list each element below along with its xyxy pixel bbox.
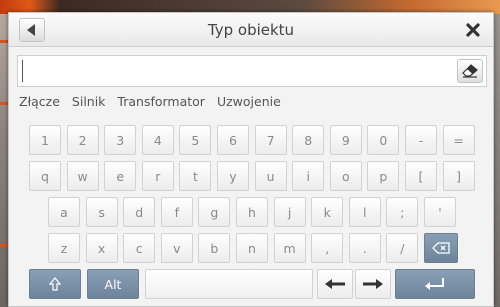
virtual-keyboard: 1 2 3 4 5 6 7 8 9 0 - = q w e r t y u i … [29,125,475,305]
key-w[interactable]: w [66,161,99,191]
key-e[interactable]: e [104,161,137,191]
suggestion-item[interactable]: Złącze [19,94,60,114]
backspace-key[interactable] [424,233,458,263]
key-3[interactable]: 3 [104,125,137,155]
key-z[interactable]: z [48,233,80,263]
close-icon [466,23,480,37]
suggestion-item[interactable]: Transformator [117,94,205,114]
key-semicolon[interactable]: ; [386,197,419,227]
key-n[interactable]: n [236,233,268,263]
space-key[interactable] [145,269,313,299]
key-apostrophe[interactable]: ' [424,197,456,227]
key-o[interactable]: o [329,161,362,191]
eraser-icon [462,64,478,78]
dialog-titlebar: Typ obiektu [9,13,493,47]
background-app-edge-left [0,14,8,307]
key-h[interactable]: h [236,197,268,227]
key-b[interactable]: b [198,233,231,263]
key-1[interactable]: 1 [29,125,61,155]
back-button[interactable] [19,18,45,42]
keyboard-row-bottom-letters: z x c v b n m , . / [48,233,468,263]
text-input-field[interactable] [22,60,442,82]
key-v[interactable]: v [160,233,193,263]
key-4[interactable]: 4 [141,125,174,155]
backspace-icon [432,242,450,254]
key-y[interactable]: y [217,161,249,191]
keyboard-row-top-letters: q w e r t y u i o p [ ] [29,161,475,191]
key-0[interactable]: 0 [367,125,400,155]
key-t[interactable]: t [179,161,212,191]
shift-up-arrow-icon [49,277,61,291]
key-u[interactable]: u [254,161,287,191]
enter-icon [425,278,444,290]
input-row [17,55,487,87]
key-equals[interactable]: = [442,125,475,155]
key-s[interactable]: s [85,197,118,227]
key-8[interactable]: 8 [292,125,325,155]
key-m[interactable]: m [273,233,306,263]
key-minus[interactable]: - [405,125,437,155]
shift-key[interactable] [29,269,81,299]
key-k[interactable]: k [311,197,344,227]
cursor-left-key[interactable] [317,269,353,299]
key-comma[interactable]: , [311,233,344,263]
cursor-right-key[interactable] [355,269,391,299]
arrow-left-icon [325,279,345,289]
back-arrow-icon [27,24,35,36]
suggestion-item[interactable]: Uzwojenie [217,94,281,114]
key-f[interactable]: f [160,197,193,227]
key-g[interactable]: g [198,197,231,227]
alt-key[interactable]: Alt [87,269,139,299]
key-p[interactable]: p [367,161,400,191]
key-6[interactable]: 6 [217,125,249,155]
key-5[interactable]: 5 [179,125,212,155]
key-7[interactable]: 7 [254,125,287,155]
key-d[interactable]: d [123,197,156,227]
key-2[interactable]: 2 [66,125,99,155]
dialog-title: Typ obiektu [207,21,295,39]
arrow-right-icon [363,279,383,289]
clear-input-button[interactable] [457,59,483,83]
key-c[interactable]: c [123,233,156,263]
enter-key[interactable] [395,269,475,299]
key-left-bracket[interactable]: [ [405,161,437,191]
keyboard-row-middle-letters: a s d f g h j k l ; ' [48,197,468,227]
suggestion-bar: Złącze Silnik Transformator Uzwojenie [19,94,281,114]
key-9[interactable]: 9 [329,125,362,155]
background-app-edge-right [494,14,500,307]
key-i[interactable]: i [292,161,325,191]
key-l[interactable]: l [348,197,381,227]
keyboard-row-functions: Alt [29,269,475,299]
text-input-dialog: Typ obiektu Złącze Silnik Transformator … [8,12,494,307]
key-slash[interactable]: / [386,233,419,263]
key-r[interactable]: r [141,161,174,191]
close-button[interactable] [459,18,487,42]
keyboard-row-digits: 1 2 3 4 5 6 7 8 9 0 - = [29,125,475,155]
key-q[interactable]: q [29,161,61,191]
key-right-bracket[interactable]: ] [442,161,475,191]
key-a[interactable]: a [48,197,80,227]
key-period[interactable]: . [348,233,381,263]
key-j[interactable]: j [273,197,306,227]
key-x[interactable]: x [85,233,118,263]
suggestion-item[interactable]: Silnik [72,94,106,114]
